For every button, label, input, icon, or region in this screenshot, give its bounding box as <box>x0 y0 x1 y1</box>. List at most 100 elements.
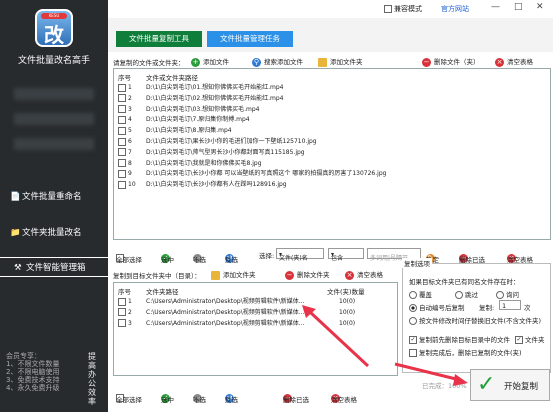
table-row[interactable]: 2 C:\Users\Administrator\Desktop\视频剪辑软件\新… <box>114 308 397 318</box>
table-row[interactable]: 3 C:\Users\Administrator\Desktop\视频剪辑软件\新… <box>114 319 397 329</box>
target-panel-title: 复制到目标文件夹中（目录）： <box>113 272 201 280</box>
row-path: D:\1\白尖到毛订\03.想知你佛佛买毛.mp4 <box>146 105 260 113</box>
row-checkbox[interactable] <box>118 105 126 114</box>
row-path: D:\1\白尖到毛订\01.想知你佛佛买毛开始能红.mp4 <box>146 84 284 91</box>
label: 全部选择 <box>116 396 142 404</box>
radio-label: 跳过 <box>465 291 478 299</box>
tab-batch-task[interactable]: 文件批量管理任务 <box>207 31 293 47</box>
copy-count-label: 复制: <box>479 304 495 312</box>
radio-time-replace[interactable]: 按文件修改时间仔替换旧文件(不含文件夹) <box>409 315 541 325</box>
row-path: C:\Users\Administrator\Desktop\视频剪辑软件\新媒… <box>146 298 305 305</box>
delete-file-button[interactable]: − 删除文件（夹） <box>422 56 480 67</box>
label: 不选 <box>193 396 206 404</box>
label: 反选 <box>225 256 238 264</box>
row-number: 9 <box>128 170 132 178</box>
copy-count-stepper[interactable]: 1 <box>499 300 521 310</box>
minimize-button[interactable]: — <box>491 2 500 12</box>
button-label: 删除文件（夹） <box>434 58 480 66</box>
row-checkbox[interactable] <box>118 159 126 168</box>
official-site-link[interactable]: 官方网站 <box>441 4 469 14</box>
add-target-folder-button[interactable]: 添加文件夹 <box>211 269 256 280</box>
row-checkbox[interactable] <box>118 148 126 157</box>
mode-value: 包含 <box>331 255 344 262</box>
member-line: 1、不限文件数量 <box>6 360 60 368</box>
row-index: 2 <box>118 308 132 318</box>
member-line: 会员专享： <box>6 352 41 360</box>
tools-icon: ⚒ <box>14 263 22 273</box>
row-checkbox[interactable] <box>118 319 126 328</box>
clear-target-table-button[interactable]: × 清空表格 <box>345 269 383 280</box>
target-folder-table[interactable]: 序号 文件夹路径 文件(夹)数量 1 C:\Users\Administrator… <box>113 282 398 376</box>
column-header-index: 序号 <box>118 288 131 296</box>
row-index: 9 <box>118 169 132 179</box>
label: 全部选择 <box>116 256 142 264</box>
choose-label: 选择: <box>259 252 275 260</box>
blurred-area <box>14 88 94 100</box>
field-select[interactable]: 文件(夹)名 ▾ <box>276 248 324 262</box>
radio-label: 按文件修改时间仔替换旧文件(不含文件夹) <box>419 317 542 325</box>
row-checkbox[interactable] <box>118 308 126 317</box>
row-number: 1 <box>128 298 132 305</box>
clear-table-button[interactable]: × 清空表格 <box>495 56 533 67</box>
check-icon: ✓ <box>515 336 523 344</box>
minus-icon: − <box>285 270 294 280</box>
row-checkbox[interactable] <box>118 137 126 146</box>
delete-after-checkbox[interactable]: 复制完成后，删除已复制的文件(夹) <box>409 347 522 357</box>
sidebar: KESU 改 文件批量改名高手 📄文件批量重命名 📁文件夹批量改名 ⚒ 文件智能管… <box>0 0 108 412</box>
radio-overwrite[interactable]: 覆盖 <box>409 289 432 299</box>
button-label: 添加文件 <box>203 58 229 66</box>
copy-count-unit: 次 <box>524 304 531 312</box>
row-number: 8 <box>128 159 132 167</box>
radio-auto-number[interactable]: 自动编号后复制 <box>409 302 465 312</box>
maximize-button[interactable]: □ <box>514 2 523 12</box>
document-icon: 📄 <box>10 192 21 202</box>
tab-batch-copy[interactable]: 文件批量复制工具 <box>116 31 202 47</box>
delete-folder-button[interactable]: − 删除文件夹 <box>285 269 330 280</box>
row-number: 2 <box>128 308 132 316</box>
sidebar-item-file-manager[interactable]: ⚒ 文件智能管理箱 <box>0 257 108 277</box>
row-index: 8 <box>118 159 132 169</box>
table-row[interactable]: 1 C:\Users\Administrator\Desktop\视频剪辑软件\新… <box>114 297 397 307</box>
folder-checkbox[interactable]: ✓ 文件夹 <box>515 334 545 344</box>
row-path: D:\1\白尖到毛订\02.想知你佛佛买毛开始能红.mp4 <box>146 94 284 102</box>
row-checkbox[interactable] <box>118 115 126 124</box>
button-label: 搜索添加文件 <box>264 58 303 66</box>
button-label: 添加文件夹 <box>330 58 363 66</box>
plus-icon: + <box>191 57 200 67</box>
search-add-file-button[interactable]: ⚲ 搜索添加文件 <box>252 56 303 67</box>
row-checkbox[interactable] <box>118 180 126 189</box>
radio-ask[interactable]: 询问 <box>496 289 519 299</box>
add-file-button[interactable]: + 添加文件 <box>191 56 229 67</box>
sidebar-item-rename-folders[interactable]: 📁文件夹批量改名 <box>10 223 106 243</box>
row-number: 3 <box>128 105 132 113</box>
row-index: 3 <box>118 319 132 329</box>
row-index: 10 <box>118 180 136 190</box>
sidebar-item-rename-files[interactable]: 📄文件批量重命名 <box>10 187 106 207</box>
row-number: 10 <box>128 181 136 189</box>
sidebar-item-label: 文件智能管理箱 <box>26 263 86 273</box>
row-checkbox[interactable] <box>118 297 126 306</box>
start-copy-button[interactable]: ✓ 开始复制 <box>470 369 550 401</box>
close-button[interactable]: ✕ <box>536 2 544 12</box>
row-checkbox[interactable] <box>118 83 126 92</box>
label: 清空表格 <box>331 396 357 404</box>
check-icon: ✓ <box>477 372 496 397</box>
delete-before-checkbox[interactable]: ✓ 复制前先删除目标目录中的文件 <box>409 334 510 344</box>
row-checkbox[interactable] <box>118 94 126 103</box>
button-label: 清空表格 <box>507 58 533 66</box>
label: 删除已选 <box>283 396 309 404</box>
mode-select[interactable]: 包含 ▾ <box>328 248 364 262</box>
compat-mode-checkbox[interactable]: 兼容模式 <box>384 4 422 14</box>
minus-icon: − <box>422 57 431 67</box>
row-index: 5 <box>118 126 132 136</box>
radio-skip[interactable]: 跳过 <box>455 289 478 299</box>
row-checkbox[interactable] <box>118 169 126 178</box>
label: 不选 <box>193 256 206 264</box>
blurred-area <box>14 113 94 125</box>
source-file-table[interactable]: 序号 文件或文件夹路径 1 D:\1\白尖到毛订\01.想知你佛佛买毛开始能红.m… <box>113 68 551 240</box>
options-question: 如果目标文件夹已有同名文件存在时： <box>409 278 520 286</box>
row-checkbox[interactable] <box>118 126 126 135</box>
row-path: D:\1\白尖到毛订\帅气型男长沙小你都封面写真115185.jpg <box>146 148 305 156</box>
add-folder-button[interactable]: 添加文件夹 <box>318 56 363 67</box>
column-header-count: 文件(夹)数量 <box>327 288 365 296</box>
